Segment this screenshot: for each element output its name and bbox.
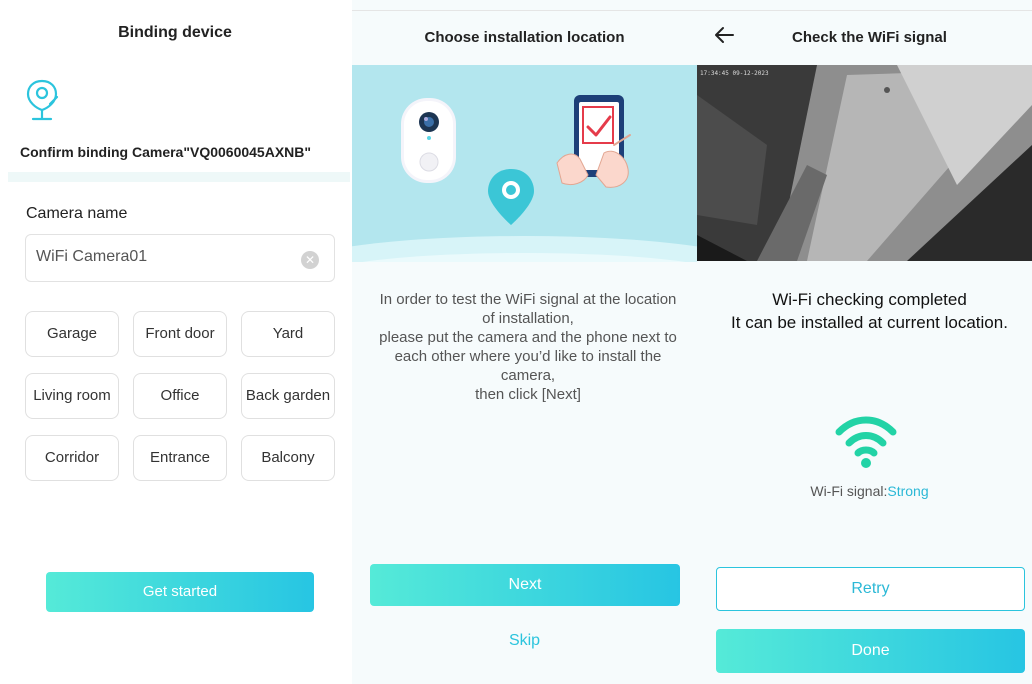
top-divider [697,10,1032,11]
location-chip-garage[interactable]: Garage [25,311,119,357]
instruction-line: then click [Next] [475,386,581,403]
location-chip-office[interactable]: Office [133,373,227,419]
camera-phone-illustration [352,65,697,262]
clear-icon[interactable]: ✕ [301,251,319,269]
signal-label: Wi-Fi signal: [810,483,888,499]
page-title: Check the WiFi signal [792,29,947,46]
result-title: Wi-Fi checking completed [772,290,967,309]
get-started-button[interactable]: Get started [46,572,314,612]
top-divider [352,10,697,11]
location-chip-balcony[interactable]: Balcony [241,435,335,481]
instruction-line: each other where you’d like to install t… [394,348,662,365]
wifi-signal-text: Wi-Fi signal:Strong [697,483,1032,499]
camera-live-feed [697,65,1032,261]
location-chip-front-door[interactable]: Front door [133,311,227,357]
done-button[interactable]: Done [716,629,1025,673]
instructions-text: In order to test the WiFi signal at the … [358,290,697,404]
camera-name-label: Camera name [26,205,128,222]
camera-name-input[interactable] [36,248,286,266]
instruction-line: In order to test the WiFi signal at the … [379,291,677,308]
section-divider [8,172,350,182]
page-title: Binding device [118,24,232,41]
next-button[interactable]: Next [370,564,680,606]
instruction-line: please put the camera and the phone next… [379,329,677,346]
feed-timestamp: 17:34:45 09-12-2023 [700,70,769,77]
instruction-line: camera, [500,367,556,384]
check-wifi-screen: Check the WiFi signal 17:34:45 09-12-202… [697,0,1032,684]
page-title: Choose installation location [424,29,625,46]
location-chip-back-garden[interactable]: Back garden [241,373,335,419]
binding-device-screen: Binding device Confirm binding Camera"VQ… [0,0,350,684]
result-subtitle: It can be installed at current location. [731,313,1008,332]
confirm-binding-text: Confirm binding Camera"VQ0060045AXNB" [20,144,312,160]
camera-location-icon [26,79,59,121]
location-chip-corridor[interactable]: Corridor [25,435,119,481]
signal-strength: Strong [887,483,929,499]
installation-location-screen: Choose installation location In order to… [352,0,697,684]
camera-name-field[interactable]: ✕ [25,234,335,282]
instruction-line: of installation, [482,310,574,327]
retry-button[interactable]: Retry [716,567,1025,611]
skip-link[interactable]: Skip [352,632,697,650]
location-chip-yard[interactable]: Yard [241,311,335,357]
wifi-icon [835,416,897,468]
location-chip-living-room[interactable]: Living room [25,373,119,419]
location-chip-entrance[interactable]: Entrance [133,435,227,481]
